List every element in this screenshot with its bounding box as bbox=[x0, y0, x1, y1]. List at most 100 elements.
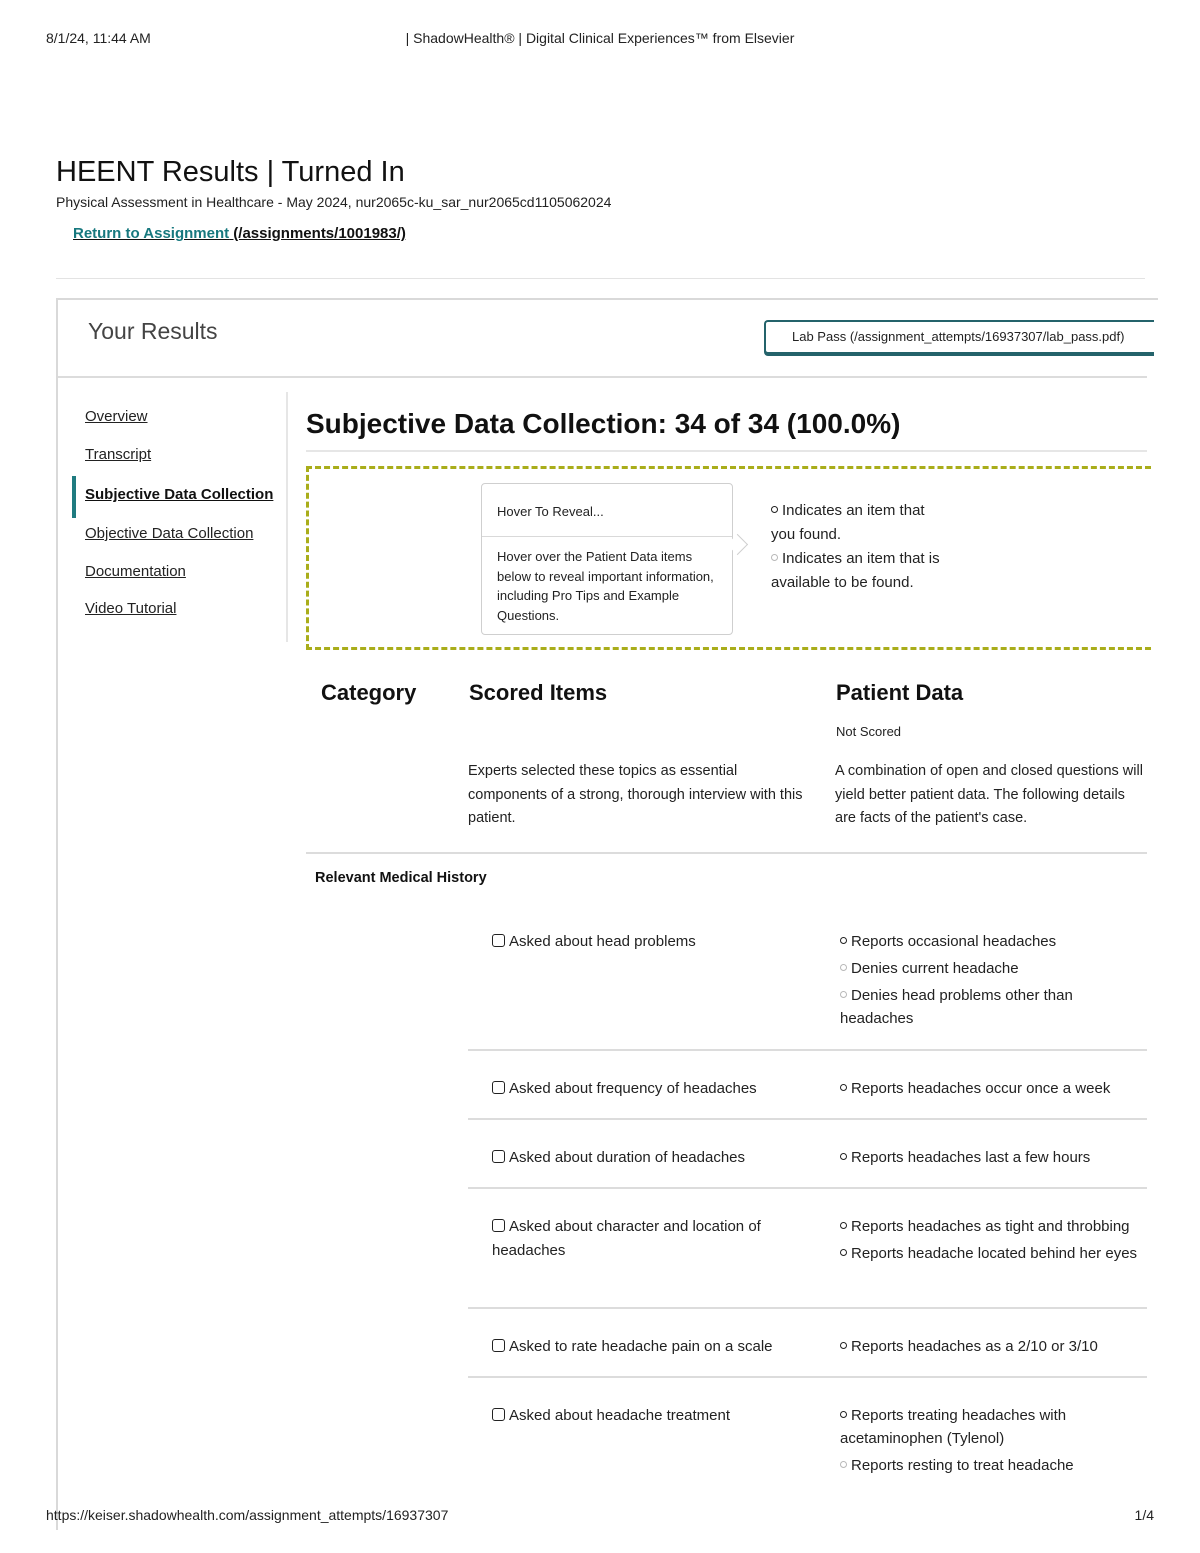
divider bbox=[468, 1187, 1147, 1189]
patient-data-item[interactable]: Reports headache located behind her eyes bbox=[840, 1242, 1150, 1265]
divider bbox=[468, 1307, 1147, 1309]
print-page-title: | ShadowHealth® | Digital Clinical Exper… bbox=[405, 30, 795, 46]
found-dot-icon bbox=[840, 1152, 847, 1160]
scored-item-label: Asked about duration of headaches bbox=[509, 1149, 746, 1166]
scored-item-label: Asked to rate headache pain on a scale bbox=[509, 1338, 773, 1355]
nav-item-overview[interactable]: Overview bbox=[85, 408, 148, 425]
found-dot-icon bbox=[771, 505, 778, 513]
patient-data-text: Reports occasional headaches bbox=[851, 933, 1057, 950]
patient-data-item[interactable]: Reports occasional headaches bbox=[840, 930, 1150, 953]
divider bbox=[468, 1118, 1147, 1120]
available-dot-icon bbox=[840, 963, 847, 971]
divider bbox=[468, 1376, 1147, 1378]
scored-item-label: Asked about head problems bbox=[509, 933, 696, 950]
found-dot-icon bbox=[840, 1341, 847, 1349]
scored-item-label: Asked about frequency of headaches bbox=[509, 1080, 757, 1097]
nav-item-video-tutorial[interactable]: Video Tutorial bbox=[85, 600, 176, 617]
patient-data-item[interactable]: Reports resting to treat headache bbox=[840, 1454, 1150, 1477]
scored-item-label: Asked about character and location of he… bbox=[492, 1218, 761, 1259]
found-dot-icon bbox=[840, 936, 847, 944]
patient-data-text: Denies current headache bbox=[851, 960, 1019, 977]
course-subtitle: Physical Assessment in Healthcare - May … bbox=[56, 194, 612, 210]
legend-available: Indicates an item that is available to b… bbox=[771, 547, 951, 595]
patient-data-item[interactable]: Reports headaches occur once a week bbox=[840, 1077, 1150, 1100]
page-title: HEENT Results | Turned In bbox=[56, 156, 405, 188]
divider bbox=[482, 536, 732, 537]
checkbox-icon bbox=[492, 1338, 505, 1352]
available-dot-icon bbox=[771, 553, 778, 561]
legend-found: Indicates an item that you found. bbox=[771, 499, 951, 547]
return-link-url: (/assignments/1001983/) bbox=[229, 225, 406, 242]
scored-item: Asked to rate headache pain on a scale bbox=[492, 1335, 792, 1359]
patient-data-item[interactable]: Reports headaches as tight and throbbing bbox=[840, 1215, 1150, 1238]
results-panel: Your Results Lab Pass (/assignment_attem… bbox=[56, 298, 1158, 1530]
patient-data-text: Denies head problems other than headache… bbox=[840, 987, 1073, 1027]
column-header-category: Category bbox=[321, 680, 417, 705]
patient-data-text: Reports headaches occur once a week bbox=[851, 1080, 1111, 1097]
found-dot-icon bbox=[840, 1248, 847, 1256]
found-dot-icon bbox=[840, 1083, 847, 1091]
available-dot-icon bbox=[840, 1460, 847, 1468]
legend-available-text: Indicates an item that is available to b… bbox=[771, 550, 940, 591]
lab-pass-button[interactable]: Lab Pass (/assignment_attempts/16937307/… bbox=[764, 320, 1154, 354]
section-title: Subjective Data Collection: 34 of 34 (10… bbox=[306, 408, 901, 439]
not-scored-label: Not Scored bbox=[836, 724, 902, 739]
patient-data-item[interactable]: Reports headaches last a few hours bbox=[840, 1146, 1150, 1169]
patient-data-item[interactable]: Reports headaches as a 2/10 or 3/10 bbox=[840, 1335, 1150, 1358]
patient-data-list: Reports headaches last a few hours bbox=[840, 1146, 1150, 1173]
patient-data-description: A combination of open and closed questio… bbox=[835, 763, 1143, 826]
results-panel-header: Your Results Lab Pass (/assignment_attem… bbox=[58, 300, 1154, 378]
patient-data-text: Reports treating headaches with acetamin… bbox=[840, 1407, 1067, 1447]
checkbox-icon bbox=[492, 1218, 505, 1232]
found-dot-icon bbox=[840, 1221, 847, 1229]
patient-data-list: Reports headaches occur once a week bbox=[840, 1077, 1150, 1104]
patient-data-list: Reports headaches as tight and throbbing… bbox=[840, 1215, 1150, 1269]
scored-item: Asked about frequency of headaches bbox=[492, 1077, 792, 1101]
divider bbox=[56, 278, 1145, 279]
patient-data-item[interactable]: Denies current headache bbox=[840, 957, 1150, 980]
divider bbox=[306, 852, 1147, 854]
patient-data-list: Reports headaches as a 2/10 or 3/10 bbox=[840, 1335, 1150, 1362]
divider bbox=[468, 1049, 1147, 1051]
patient-data-list: Reports treating headaches with acetamin… bbox=[840, 1404, 1150, 1481]
column-header-scored-items: Scored Items bbox=[469, 680, 608, 705]
found-dot-icon bbox=[840, 1410, 847, 1418]
scored-items-description: Experts selected these topics as essenti… bbox=[468, 763, 803, 826]
column-header-patient-data: Patient Data bbox=[836, 680, 964, 705]
patient-data-text: Reports headaches last a few hours bbox=[851, 1149, 1091, 1166]
checkbox-icon bbox=[492, 933, 505, 947]
patient-data-text: Reports headaches as tight and throbbing bbox=[851, 1218, 1130, 1235]
nav-item-documentation[interactable]: Documentation bbox=[85, 563, 186, 580]
checkbox-icon bbox=[492, 1407, 505, 1421]
patient-data-item[interactable]: Denies head problems other than headache… bbox=[840, 984, 1150, 1030]
hover-card-body: Hover over the Patient Data items below … bbox=[497, 549, 714, 623]
page-number: 1/4 bbox=[1134, 1507, 1154, 1523]
patient-data-text: Reports resting to treat headache bbox=[851, 1457, 1074, 1474]
checkbox-icon bbox=[492, 1080, 505, 1094]
legend-found-text: Indicates an item that you found. bbox=[771, 502, 925, 543]
results-title: Your Results bbox=[88, 318, 218, 344]
available-dot-icon bbox=[840, 990, 847, 998]
patient-data-text: Reports headache located behind her eyes bbox=[851, 1245, 1138, 1262]
results-sidebar-nav: Overview Transcript Subjective Data Coll… bbox=[72, 392, 288, 642]
checkbox-icon bbox=[492, 1149, 505, 1163]
nav-item-transcript[interactable]: Transcript bbox=[85, 446, 151, 463]
scored-item: Asked about character and location of he… bbox=[492, 1215, 792, 1263]
category-label: Relevant Medical History bbox=[315, 870, 487, 886]
legend-text: Indicates an item that you found. Indica… bbox=[771, 499, 951, 595]
return-to-assignment-link[interactable]: Return to Assignment (/assignments/10019… bbox=[73, 225, 406, 242]
scored-item: Asked about duration of headaches bbox=[492, 1146, 792, 1170]
print-header: 8/1/24, 11:44 AM | ShadowHealth® | Digit… bbox=[46, 30, 1154, 50]
nav-item-subjective-data-collection[interactable]: Subjective Data Collection bbox=[85, 486, 273, 503]
divider bbox=[306, 450, 1147, 452]
hover-card-title: Hover To Reveal... bbox=[497, 504, 604, 519]
patient-data-item[interactable]: Reports treating headaches with acetamin… bbox=[840, 1404, 1150, 1450]
patient-data-text: Reports headaches as a 2/10 or 3/10 bbox=[851, 1338, 1098, 1355]
nav-item-objective-data-collection[interactable]: Objective Data Collection bbox=[85, 525, 253, 542]
scored-item: Asked about headache treatment bbox=[492, 1404, 792, 1428]
hover-to-reveal-card[interactable]: Hover To Reveal... Hover over the Patien… bbox=[481, 483, 733, 635]
scored-item: Asked about head problems bbox=[492, 930, 792, 954]
patient-data-list: Reports occasional headaches Denies curr… bbox=[840, 930, 1150, 1034]
legend-box: Hover To Reveal... Hover over the Patien… bbox=[306, 466, 1151, 650]
print-footer: https://keiser.shadowhealth.com/assignme… bbox=[46, 1507, 1154, 1527]
